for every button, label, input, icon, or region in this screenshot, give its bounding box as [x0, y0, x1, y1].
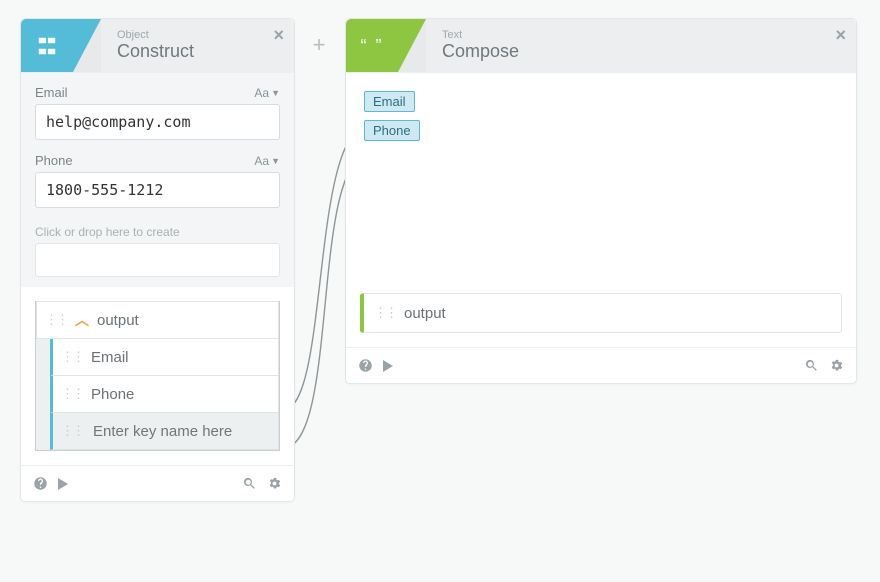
compose-category: Text — [442, 29, 856, 41]
header-diagonal — [73, 19, 101, 72]
close-construct-button[interactable]: × — [273, 25, 284, 46]
chip-phone[interactable]: Phone — [364, 120, 420, 141]
output-child-email[interactable]: ⋮⋮ Email — [50, 338, 279, 376]
gear-icon[interactable] — [267, 476, 282, 491]
caret-down-icon: ▼ — [271, 156, 280, 166]
chip-email[interactable]: Email — [364, 91, 415, 112]
gear-icon[interactable] — [829, 358, 844, 373]
compose-title: Compose — [442, 41, 856, 63]
grip-icon[interactable]: ⋮⋮ — [61, 349, 83, 365]
field-label-phone: Phone — [35, 153, 73, 168]
close-compose-button[interactable]: × — [835, 25, 846, 46]
caret-down-icon: ▼ — [271, 88, 280, 98]
construct-category: Object — [117, 29, 294, 41]
field-label-email: Email — [35, 85, 68, 100]
drop-hint: Click or drop here to create — [35, 225, 280, 239]
new-field-dropzone[interactable] — [35, 243, 280, 277]
output-new-child[interactable]: ⋮⋮ — [50, 412, 279, 450]
search-icon[interactable] — [804, 358, 819, 373]
construct-header: Object Construct × — [21, 19, 294, 73]
output-tree: ⋮⋮ ︿ output ⋮⋮ Email ⋮⋮ Phone ⋮⋮ — [35, 301, 280, 451]
new-key-input[interactable] — [91, 422, 270, 441]
add-node-between-button[interactable]: + — [306, 32, 332, 58]
quotes-icon: “ ” — [361, 37, 384, 55]
construct-footer — [21, 465, 294, 501]
compose-header: “ ” Text Compose × — [346, 19, 856, 73]
construct-icon — [21, 19, 73, 72]
play-icon[interactable] — [383, 360, 393, 372]
compose-icon: “ ” — [346, 19, 398, 72]
phone-input[interactable] — [35, 172, 280, 208]
grip-icon[interactable]: ⋮⋮ — [374, 305, 396, 321]
help-icon[interactable] — [358, 358, 373, 373]
field-type-picker-email[interactable]: Aa▼ — [254, 86, 280, 100]
chevron-up-icon[interactable]: ︿ — [75, 310, 89, 330]
compose-card: “ ” Text Compose × Email Phone ⋮⋮ output — [345, 18, 857, 384]
output-child-phone[interactable]: ⋮⋮ Phone — [50, 375, 279, 413]
search-icon[interactable] — [242, 476, 257, 491]
output-root[interactable]: ⋮⋮ ︿ output — [36, 301, 279, 339]
construct-title: Construct — [117, 41, 294, 63]
header-diagonal — [398, 19, 426, 72]
help-icon[interactable] — [33, 476, 48, 491]
field-type-picker-phone[interactable]: Aa▼ — [254, 154, 280, 168]
output-root-label: output — [97, 312, 139, 329]
compose-footer — [346, 347, 856, 383]
grip-icon[interactable]: ⋮⋮ — [61, 423, 83, 439]
email-input[interactable] — [35, 104, 280, 140]
compose-output[interactable]: ⋮⋮ output — [360, 293, 842, 333]
play-icon[interactable] — [58, 478, 68, 490]
grip-icon[interactable]: ⋮⋮ — [61, 386, 83, 402]
construct-fields: Email Aa▼ Phone Aa▼ Click or drop here t… — [21, 73, 294, 287]
grip-icon[interactable]: ⋮⋮ — [45, 312, 67, 328]
compose-output-label: output — [404, 305, 446, 322]
compose-body[interactable]: Email Phone — [346, 73, 856, 283]
construct-card: Object Construct × Email Aa▼ Phone Aa▼ C… — [20, 18, 295, 502]
